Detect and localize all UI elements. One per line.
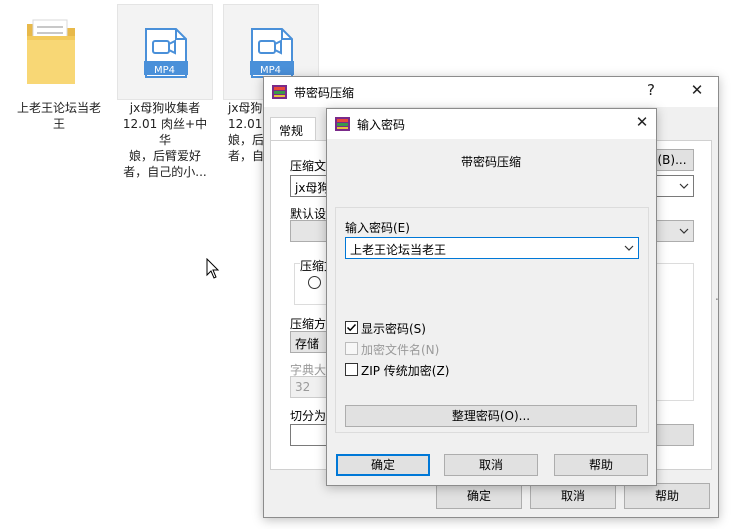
organize-passwords-button[interactable]: 整理密码(O)... xyxy=(345,405,637,427)
mp4-thumb: MP4 xyxy=(117,4,213,100)
side-button[interactable] xyxy=(656,424,694,446)
show-password-checkbox[interactable] xyxy=(345,321,358,334)
help-title-button[interactable]: ? xyxy=(638,81,664,99)
compression-method-label: 压缩方 xyxy=(290,317,327,331)
chevron-down-icon xyxy=(679,183,689,189)
chevron-down-icon[interactable] xyxy=(624,242,634,254)
options-panel xyxy=(656,263,694,401)
chevron-down-icon xyxy=(679,228,689,234)
cancel-button[interactable]: 取消 xyxy=(530,483,616,509)
cancel-button[interactable]: 取消 xyxy=(444,454,538,476)
archive-dialog-title: 带密码压缩 xyxy=(294,86,355,100)
winrar-icon xyxy=(335,117,350,131)
zip-legacy-label[interactable]: ZIP 传统加密(Z) xyxy=(361,362,449,379)
zip-legacy-checkbox[interactable] xyxy=(345,363,358,376)
archive-dialog-titlebar[interactable]: 带密码压缩 ? ✕ xyxy=(264,77,718,107)
checkmark-icon xyxy=(346,323,357,332)
encrypt-filenames-label: 加密文件名(N) xyxy=(361,343,440,357)
password-input[interactable]: 上老王论坛当老王 xyxy=(345,237,639,259)
close-icon[interactable]: ✕ xyxy=(684,81,710,99)
file-mp4-1[interactable]: MP4 jx母狗收集者 12.01 肉丝+中华 娘，后臂爱好 者，自己的小... xyxy=(116,4,214,180)
folder-thumb xyxy=(11,4,107,100)
format-radio[interactable] xyxy=(308,276,321,289)
tab-general[interactable]: 常规 xyxy=(270,117,316,141)
file-folder-laowang[interactable]: 上老王论坛当老 王 xyxy=(10,4,108,132)
winrar-icon xyxy=(272,85,287,99)
dict-size-select: 32 xyxy=(290,376,330,398)
password-label: 输入密码(E) xyxy=(345,221,410,235)
side-dot: . xyxy=(715,289,719,303)
split-label: 切分为 xyxy=(290,409,327,423)
split-field[interactable] xyxy=(290,424,330,446)
mp4-badge: MP4 xyxy=(260,65,282,76)
password-dialog: 输入密码 ✕ 带密码压缩 输入密码(E) 上老王论坛当老王 显示密码(S) 加密… xyxy=(326,108,657,486)
compression-method-select[interactable]: 存储 xyxy=(290,331,330,353)
encrypt-filenames-checkbox xyxy=(345,342,358,355)
ok-button[interactable]: 确定 xyxy=(436,483,522,509)
help-button[interactable]: 帮助 xyxy=(624,483,710,509)
archive-name-label: 压缩文 xyxy=(290,159,327,173)
mouse-cursor-icon xyxy=(206,258,220,279)
file-label: jx母狗收集者 12.01 肉丝+中华 娘，后臂爱好 者，自己的小... xyxy=(122,101,208,179)
mp4-badge: MP4 xyxy=(154,65,176,76)
folder-icon xyxy=(27,19,75,84)
close-icon[interactable]: ✕ xyxy=(629,113,655,131)
ok-button[interactable]: 确定 xyxy=(336,454,430,476)
password-heading: 带密码压缩 xyxy=(461,155,522,169)
show-password-label[interactable]: 显示密码(S) xyxy=(361,320,426,337)
password-dialog-titlebar[interactable]: 输入密码 ✕ xyxy=(327,109,656,139)
help-button[interactable]: 帮助 xyxy=(554,454,648,476)
password-dialog-title: 输入密码 xyxy=(357,118,406,132)
file-label: 上老王论坛当老 王 xyxy=(16,101,101,131)
